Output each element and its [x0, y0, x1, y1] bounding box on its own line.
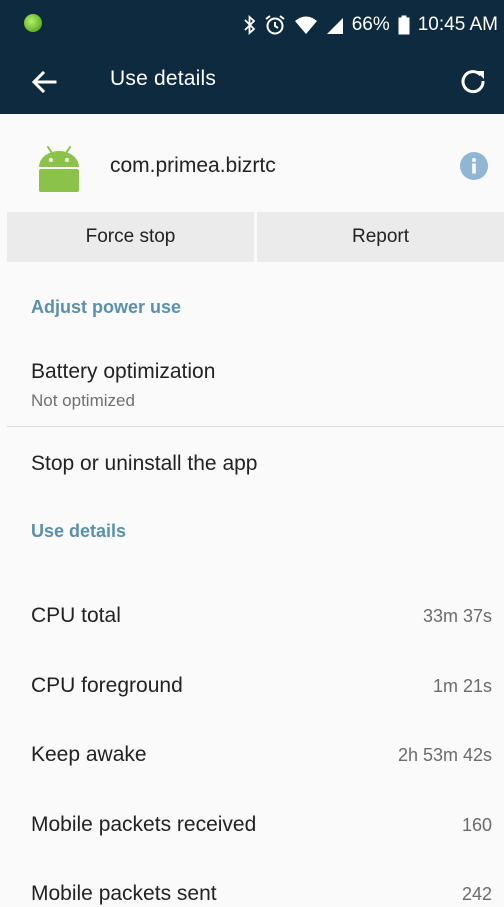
back-button[interactable]	[28, 66, 60, 98]
status-icons: 66% 10:45 AM	[244, 0, 498, 50]
refresh-icon	[461, 70, 485, 94]
package-name: com.primea.bizrtc	[110, 154, 276, 177]
stat-value: 1m 21s	[432, 676, 492, 696]
notification-dot-icon	[24, 14, 42, 32]
stat-value: 33m 37s	[422, 606, 492, 626]
stat-value: 242	[461, 884, 492, 904]
signal-icon	[326, 14, 344, 36]
alarm-icon	[264, 14, 286, 36]
battery-percent: 66%	[351, 14, 390, 35]
stat-label: Keep awake	[31, 743, 147, 766]
wifi-icon	[294, 14, 318, 36]
status-bar: 66% 10:45 AM	[0, 0, 504, 50]
stat-row-mobile-packets-received: Mobile packets received 160	[0, 807, 504, 847]
android-icon	[39, 146, 79, 192]
stat-row-cpu-foreground: CPU foreground 1m 21s	[0, 668, 504, 708]
stat-row-keep-awake: Keep awake 2h 53m 42s	[0, 737, 504, 777]
battery-optimization-title: Battery optimization	[31, 360, 216, 383]
report-button[interactable]: Report	[257, 212, 504, 262]
section-header-use-details: Use details	[31, 521, 127, 541]
info-button[interactable]	[460, 152, 488, 180]
arrow-back-icon	[31, 70, 57, 94]
app-header: com.primea.bizrtc	[0, 114, 504, 212]
stat-row-mobile-packets-sent: Mobile packets sent 242	[0, 876, 504, 907]
refresh-button[interactable]	[456, 64, 490, 98]
battery-icon	[398, 14, 410, 36]
stat-label: Mobile packets received	[31, 813, 257, 836]
info-icon	[460, 152, 488, 180]
stat-label: Mobile packets sent	[31, 882, 217, 905]
section-header-power: Adjust power use	[31, 297, 182, 317]
stat-value: 160	[461, 815, 492, 835]
stat-row-cpu-total: CPU total 33m 37s	[0, 598, 504, 638]
stat-value: 2h 53m 42s	[397, 745, 492, 765]
stat-label: CPU total	[31, 604, 121, 627]
stat-label: CPU foreground	[31, 674, 183, 697]
divider	[7, 426, 504, 427]
bluetooth-icon	[244, 14, 256, 36]
force-stop-button[interactable]: Force stop	[7, 212, 254, 262]
clock: 10:45 AM	[417, 14, 498, 35]
action-buttons: Force stop Report	[7, 212, 504, 262]
battery-optimization-value: Not optimized	[31, 391, 135, 410]
app-bar: Use details	[0, 50, 504, 114]
stop-uninstall-item[interactable]: Stop or uninstall the app	[31, 452, 258, 476]
page-title: Use details	[110, 67, 217, 90]
